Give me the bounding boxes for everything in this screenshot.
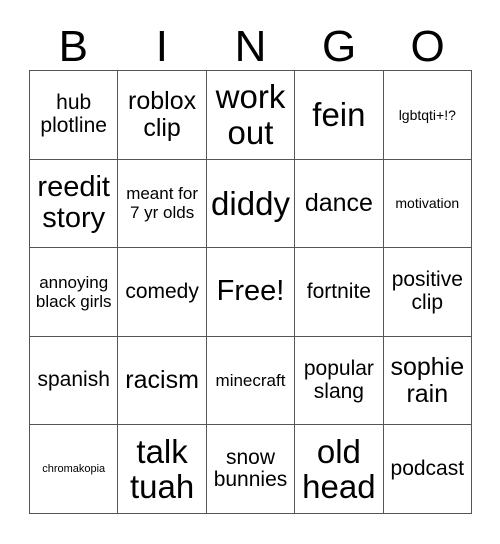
bingo-cell[interactable]: motivation — [383, 159, 472, 249]
bingo-cell[interactable]: comedy — [118, 248, 207, 337]
bingo-cell-label: meant for 7 yr olds — [126, 184, 198, 223]
bingo-cell[interactable]: podcast — [383, 425, 472, 514]
bingo-cell-label: chromakopia — [42, 462, 106, 475]
bingo-cell[interactable]: lgbtqti+!? — [383, 71, 472, 160]
bingo-cell[interactable]: old head — [295, 425, 384, 514]
bingo-cell[interactable]: positive clip — [383, 248, 472, 337]
bingo-cell[interactable]: hub plotline — [30, 71, 119, 160]
bingo-grid: hub plotline roblox clip work out fein lgbtq… — [29, 70, 472, 514]
bingo-cell[interactable]: spanish — [30, 336, 119, 426]
bingo-cell[interactable]: work out — [206, 71, 296, 160]
bingo-cell-label: snow bunnies — [213, 445, 288, 492]
bingo-cell[interactable]: racism — [118, 336, 207, 426]
bingo-header-row: B I N G O — [29, 18, 472, 70]
bingo-header-letter-g: G — [321, 22, 357, 71]
bingo-cell-label: lgbtqti+!? — [398, 106, 456, 123]
bingo-cell-free-space[interactable]: Free! — [206, 248, 296, 337]
bingo-cell-label: talk tuah — [129, 432, 195, 506]
bingo-cell[interactable]: fortnite — [295, 248, 384, 337]
bingo-cell-label: comedy — [125, 279, 199, 303]
bingo-cell[interactable]: annoying black girls — [30, 248, 119, 337]
bingo-cell[interactable]: diddy — [206, 159, 296, 249]
bingo-cell[interactable]: meant for 7 yr olds — [118, 159, 207, 249]
bingo-cell[interactable]: dance — [295, 159, 384, 249]
bingo-card: B I N G O hub plotline roblox clip work ou… — [0, 0, 500, 544]
bingo-header-letter-n: N — [234, 22, 267, 71]
bingo-header-letter-o: O — [410, 22, 445, 71]
bingo-cell-label: hub plotline — [40, 91, 107, 137]
bingo-cell[interactable]: minecraft — [206, 336, 296, 426]
bingo-cell-label: reedit story — [37, 171, 110, 235]
bingo-cell-label: minecraft — [215, 371, 286, 391]
bingo-cell-label: roblox clip — [128, 87, 197, 142]
bingo-header-letter-i: I — [155, 22, 168, 71]
bingo-cell-label: positive clip — [391, 268, 463, 314]
bingo-cell[interactable]: talk tuah — [118, 425, 207, 514]
bingo-cell[interactable]: fein — [295, 71, 384, 160]
bingo-cell-label: work out — [215, 78, 286, 151]
bingo-cell-label: fortnite — [306, 279, 371, 303]
bingo-cell-label: popular slang — [303, 356, 374, 403]
bingo-cell[interactable]: roblox clip — [118, 71, 207, 160]
bingo-cell-label: dance — [304, 189, 373, 218]
bingo-cell-label: podcast — [390, 456, 465, 480]
bingo-cell[interactable]: chromakopia — [30, 425, 119, 514]
bingo-cell-label: diddy — [211, 184, 290, 222]
bingo-cell[interactable]: snow bunnies — [206, 425, 296, 514]
bingo-cell-label: sophie rain — [390, 353, 465, 408]
bingo-cell-label: racism — [125, 366, 199, 395]
bingo-cell-label: motivation — [395, 195, 460, 212]
bingo-cell-label: spanish — [37, 368, 110, 392]
bingo-cell[interactable]: sophie rain — [383, 336, 472, 426]
bingo-cell-label: annoying black girls — [35, 272, 112, 311]
bingo-cell-label: old head — [302, 432, 376, 506]
bingo-cell-label: fein — [312, 95, 366, 133]
bingo-cell-label: Free! — [216, 275, 285, 308]
bingo-cell[interactable]: popular slang — [295, 336, 384, 426]
bingo-cell[interactable]: reedit story — [30, 159, 119, 249]
bingo-header-letter-b: B — [58, 22, 88, 71]
